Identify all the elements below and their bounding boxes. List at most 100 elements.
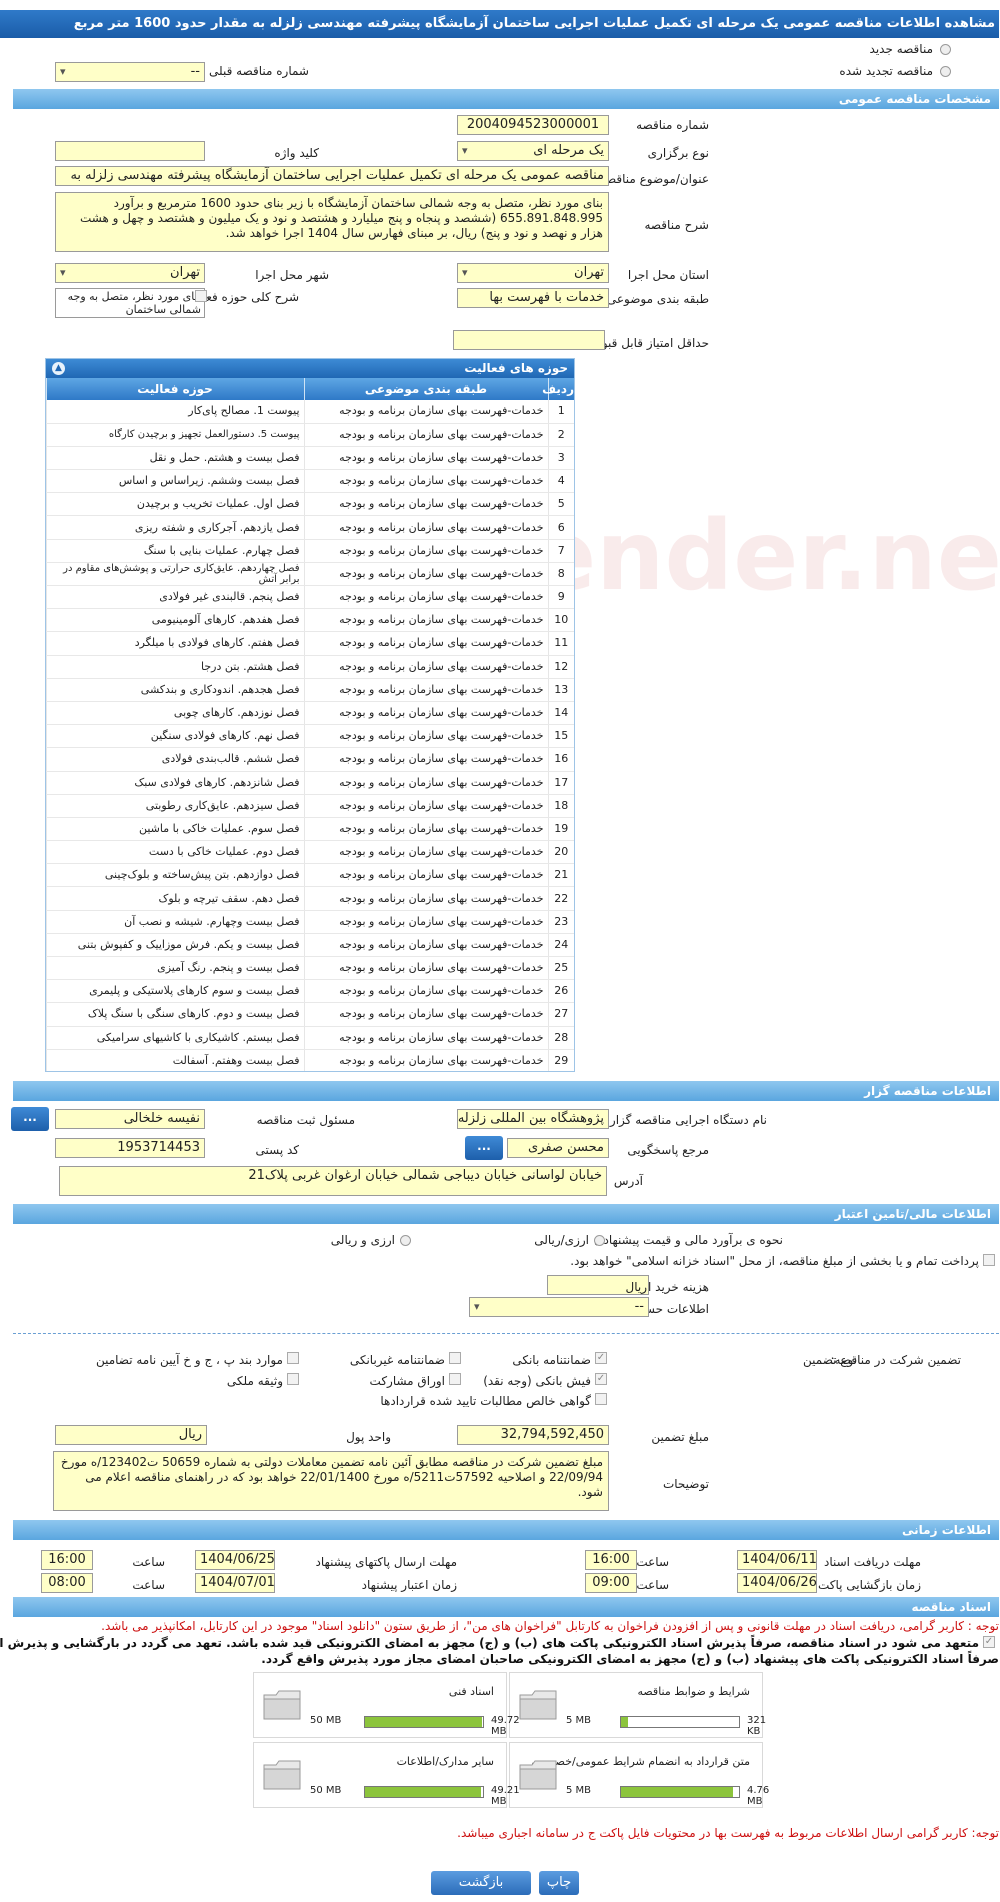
cheque-checkbox[interactable]: ✓ xyxy=(596,1373,608,1385)
tender-number-field[interactable]: 2004094523000001 xyxy=(458,115,610,135)
table-row: 16 خدمات-فهرست بهای سازمان برنامه و بودجه… xyxy=(47,747,575,772)
receive-deadline-time[interactable]: 16:00 xyxy=(586,1550,638,1570)
row-number: 3 xyxy=(548,446,575,471)
documents-note-3: صرفاً اسناد الکترونیکی پاکت های پیشنهاد … xyxy=(262,1652,1000,1666)
row-category: خدمات-فهرست بهای سازمان برنامه و بودجه xyxy=(304,655,549,679)
subject-field[interactable]: مناقصه عمومی یک مرحله ای تکمیل عملیات اج… xyxy=(56,166,610,186)
send-deadline-date[interactable]: 1404/06/25 xyxy=(196,1550,276,1570)
keyword-label: کلید واژه xyxy=(275,146,320,160)
document-card[interactable]: سایر مدارک/اطلاعات 50 MB 49.21 MB xyxy=(254,1742,521,1808)
table-row: 12 خدمات-فهرست بهای سازمان برنامه و بودجه… xyxy=(47,655,575,679)
table-row: 27 خدمات-فهرست بهای سازمان برنامه و بودجه… xyxy=(47,1002,575,1027)
address-field[interactable]: خیابان لواسانی خیابان دیباجی شمالی خیابا… xyxy=(60,1166,608,1196)
row-activity: فصل بیست و دوم. کارهای سنگی با سنگ پلاک xyxy=(47,1002,305,1027)
receive-deadline-date[interactable]: 1404/06/11 xyxy=(738,1550,818,1570)
rial-foreign-label: ارزی و ریالی xyxy=(331,1233,396,1247)
row-number: 2 xyxy=(548,423,575,447)
size-progress-bar xyxy=(365,1716,485,1728)
treasury-checkbox[interactable] xyxy=(984,1254,996,1266)
new-tender-radio[interactable] xyxy=(941,44,952,55)
table-row: 7 خدمات-فهرست بهای سازمان برنامه و بودجه ف… xyxy=(47,539,575,563)
address-label: آدرس xyxy=(614,1174,644,1188)
clauses-checkbox[interactable] xyxy=(288,1352,300,1364)
validity-time-label: ساعت xyxy=(133,1578,166,1592)
validity-time[interactable]: 08:00 xyxy=(42,1573,94,1593)
responsible-lookup-button[interactable]: ... xyxy=(12,1107,50,1131)
activity-checkbox[interactable] xyxy=(196,290,208,302)
row-activity: فصل ششم. قالب‌بندی فولادی xyxy=(47,747,305,772)
row-number: 21 xyxy=(548,863,575,888)
row-number: 4 xyxy=(548,469,575,494)
row-activity: فصل چهارم. عملیات بنایی با سنگ xyxy=(47,539,305,563)
city-select[interactable]: تهران xyxy=(56,263,206,283)
row-activity: فصل شانزدهم. کارهای فولادی سبک xyxy=(47,771,305,795)
rial-foreign-radio[interactable] xyxy=(401,1235,412,1246)
row-category: خدمات-فهرست بهای سازمان برنامه و بودجه xyxy=(304,515,549,540)
row-number: 13 xyxy=(548,678,575,702)
row-activity: فصل بیست وششم. زیراساس و اساس xyxy=(47,469,305,494)
description-field[interactable]: بنای مورد نظر، متصل به وجه شمالی ساختمان… xyxy=(56,192,610,252)
back-button[interactable]: بازگشت xyxy=(432,1871,532,1895)
row-category: خدمات-فهرست بهای سازمان برنامه و بودجه xyxy=(304,747,549,772)
document-card[interactable]: شرایط و ضوابط مناقصه 5 MB 321 KB xyxy=(510,1672,767,1738)
org-name-field[interactable]: پژوهشگاه بین المللی زلزله xyxy=(458,1109,610,1129)
row-category: خدمات-فهرست بهای سازمان برنامه و بودجه xyxy=(304,492,549,517)
opening-time-label: ساعت xyxy=(637,1578,670,1592)
property-label: وثیقه ملکی xyxy=(227,1374,284,1388)
validity-date[interactable]: 1404/07/01 xyxy=(196,1573,276,1593)
row-category: خدمات-فهرست بهای سازمان برنامه و بودجه xyxy=(304,910,549,934)
nonbank-guarantee-checkbox[interactable] xyxy=(450,1352,462,1364)
rial-radio[interactable] xyxy=(595,1235,606,1246)
row-category: خدمات-فهرست بهای سازمان برنامه و بودجه xyxy=(304,585,549,610)
keyword-field[interactable] xyxy=(56,141,206,161)
currency-field[interactable]: ریال xyxy=(56,1425,208,1445)
province-select[interactable]: تهران xyxy=(458,263,610,283)
bank-guarantee-label: ضمانتنامه بانکی xyxy=(513,1353,592,1367)
row-number: 1 xyxy=(548,400,575,424)
amount-field[interactable]: 32,794,592,450 xyxy=(458,1425,610,1445)
row-activity: فصل دوازدهم. بتن پیش‌ساخته و بلوک‌چینی xyxy=(47,863,305,888)
row-activity: پیوست 5. دستورالعمل تجهیز و برچیدن کارگا… xyxy=(47,423,305,447)
document-card[interactable]: متن قرارداد به انضمام شرایط عمومی/خصوصی 5… xyxy=(510,1742,770,1808)
bonds-checkbox[interactable] xyxy=(450,1373,462,1385)
commitment-checkbox[interactable]: ✓ xyxy=(984,1636,996,1648)
table-row: 15 خدمات-فهرست بهای سازمان برنامه و بودجه… xyxy=(47,724,575,749)
renewed-tender-radio[interactable] xyxy=(941,66,952,77)
postal-field[interactable]: 1953714453 xyxy=(56,1138,206,1158)
table-row: 25 خدمات-فهرست بهای سازمان برنامه و بودجه… xyxy=(47,956,575,981)
row-category: خدمات-فهرست بهای سازمان برنامه و بودجه xyxy=(304,562,549,587)
responsible-field[interactable]: نفیسه خلخالی xyxy=(56,1109,206,1129)
row-category: خدمات-فهرست بهای سازمان برنامه و بودجه xyxy=(304,400,549,424)
category-field[interactable]: خدمات با فهرست بها xyxy=(458,288,610,308)
receivables-checkbox[interactable] xyxy=(596,1393,608,1405)
activities-grid: حوزه های فعالیت ▲ ردیف طبقه بندی موضوعی … xyxy=(46,358,576,1072)
print-button[interactable]: چاپ xyxy=(540,1871,580,1895)
account-select[interactable]: -- xyxy=(470,1297,650,1317)
responsible-label: مسئول ثبت مناقصه xyxy=(257,1113,356,1127)
size-progress-fill xyxy=(366,1787,482,1797)
bank-guarantee-checkbox[interactable]: ✓ xyxy=(596,1352,608,1364)
col-header-row: ردیف xyxy=(543,378,575,400)
reference-lookup-button[interactable]: ... xyxy=(466,1136,504,1160)
category-label: طبقه بندی موضوعی xyxy=(607,292,710,306)
clauses-label: موارد بند پ ، ج و خ آیین نامه تضامین xyxy=(96,1353,284,1367)
document-card[interactable]: اسناد فنی 50 MB 49.72 MB xyxy=(254,1672,521,1738)
row-activity: فصل بیستم. کاشیکاری با کاشیهای سرامیکی xyxy=(47,1026,305,1050)
send-deadline-time[interactable]: 16:00 xyxy=(42,1550,94,1570)
subject-label: عنوان/موضوع مناقصه xyxy=(600,172,710,186)
max-size: 50 MB xyxy=(311,1715,343,1726)
reference-field[interactable]: محسن صفری xyxy=(508,1138,610,1158)
prev-tender-select[interactable]: -- xyxy=(56,62,206,82)
notes-field[interactable]: مبلغ تضمین شرکت در مناقصه مطابق آئین نام… xyxy=(54,1451,610,1511)
holding-type-select[interactable]: یک مرحله ای xyxy=(458,141,610,161)
section-general: مشخصات مناقصه عمومی xyxy=(14,89,1000,109)
activity-desc-field[interactable]: بنای مورد نظر، متصل به وجه شمالی ساختمان xyxy=(56,288,206,318)
min-score-field[interactable] xyxy=(454,330,606,350)
row-activity: فصل یازدهم. آجرکاری و شفته ریزی xyxy=(47,515,305,540)
file-size: 49.21 MB xyxy=(492,1785,521,1807)
row-number: 14 xyxy=(548,701,575,726)
collapse-icon[interactable]: ▲ xyxy=(53,362,66,375)
property-checkbox[interactable] xyxy=(288,1373,300,1385)
opening-time[interactable]: 09:00 xyxy=(586,1573,638,1593)
opening-date[interactable]: 1404/06/26 xyxy=(738,1573,818,1593)
